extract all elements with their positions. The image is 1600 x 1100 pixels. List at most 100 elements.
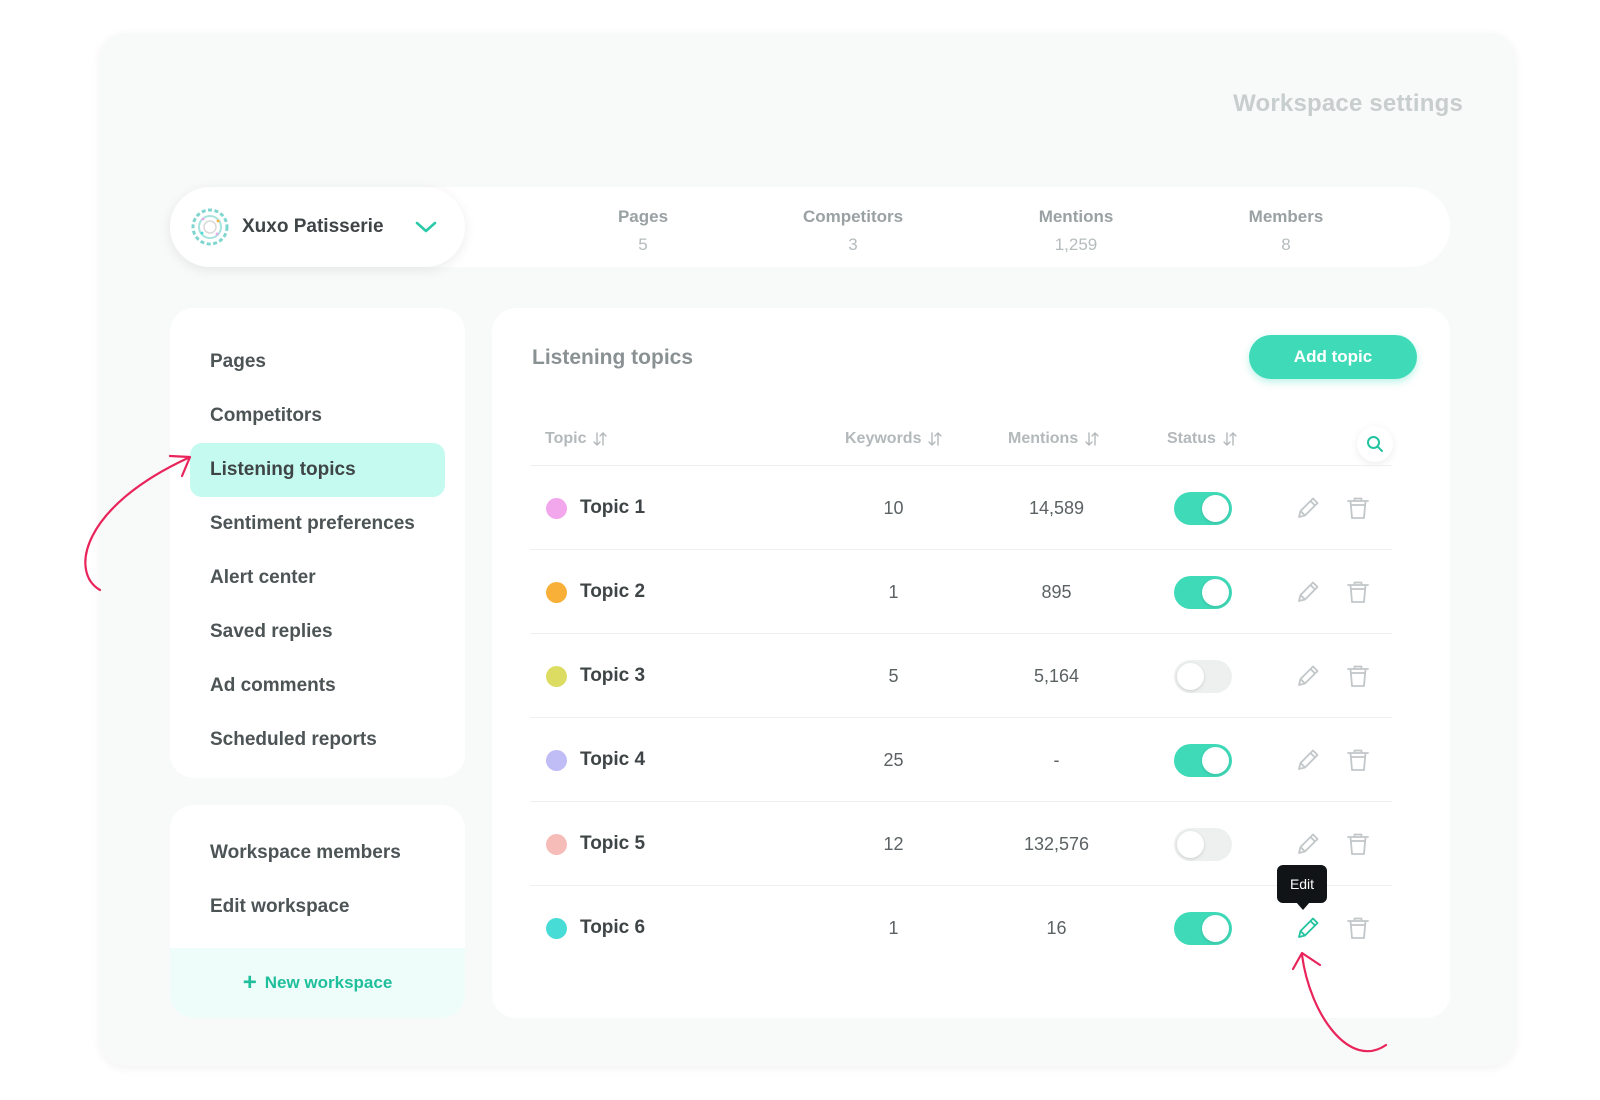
workspace-name: Xuxo Patisserie: [242, 216, 384, 237]
keywords-count: 1: [888, 918, 899, 938]
sort-icon: [1085, 432, 1099, 446]
mentions-count: -: [1053, 750, 1060, 770]
topic-name: Topic 3: [580, 665, 646, 686]
topic-name: Topic 4: [580, 749, 646, 770]
topic-name: Topic 6: [580, 917, 646, 938]
pencil-icon[interactable]: [1294, 494, 1322, 522]
panel-title: Listening topics: [532, 346, 694, 369]
pencil-icon[interactable]: [1294, 746, 1322, 774]
mentions-count: 14,589: [1028, 498, 1085, 518]
plus-icon: +: [242, 969, 257, 996]
add-topic-button[interactable]: Add topic: [1249, 335, 1417, 379]
pencil-icon[interactable]: [1294, 662, 1322, 690]
trash-icon[interactable]: [1344, 830, 1372, 858]
stat-value: 5: [638, 235, 648, 254]
sidebar-nav: Pages Competitors Listening topics Senti…: [170, 308, 465, 778]
stat-value: 8: [1281, 235, 1291, 254]
mentions-count: 895: [1041, 582, 1072, 602]
trash-icon[interactable]: [1344, 914, 1372, 942]
status-toggle[interactable]: [1174, 576, 1232, 609]
mentions-count: 16: [1046, 918, 1067, 938]
table-row: Topic 1 10 14,589: [530, 465, 1392, 551]
status-toggle[interactable]: [1174, 912, 1232, 945]
sidebar-secondary: Workspace members Edit workspace + New w…: [170, 805, 465, 1018]
stat-value: 1,259: [1054, 235, 1098, 254]
topic-name: Topic 5: [580, 833, 646, 854]
stat-competitors: Competitors 3: [753, 207, 953, 255]
topic-color-dot: [546, 750, 567, 771]
table-row: Topic 5 12 132,576: [530, 801, 1392, 887]
new-workspace-button[interactable]: + New workspace: [170, 948, 465, 1018]
table-row: Topic 6 1 16: [530, 885, 1392, 971]
sidebar-item-pages[interactable]: Pages: [190, 335, 445, 389]
topic-color-dot: [546, 918, 567, 939]
pencil-icon[interactable]: [1294, 830, 1322, 858]
pencil-icon[interactable]: [1294, 914, 1322, 942]
sort-icon: [928, 432, 943, 446]
toggle-knob: [1202, 579, 1229, 606]
pencil-icon[interactable]: [1294, 578, 1322, 606]
topic-color-dot: [546, 582, 567, 603]
sort-icon: [593, 432, 608, 446]
search-icon: [1367, 436, 1383, 452]
toggle-knob: [1177, 831, 1204, 858]
topic-name: Topic 1: [580, 497, 646, 518]
status-toggle[interactable]: [1174, 660, 1232, 693]
sidebar-item-alert-center[interactable]: Alert center: [190, 551, 445, 605]
toggle-knob: [1177, 663, 1204, 690]
toggle-knob: [1202, 915, 1229, 942]
sidebar-item-scheduled-reports[interactable]: Scheduled reports: [190, 713, 445, 767]
workspace-selector[interactable]: Xuxo Patisserie: [170, 187, 465, 267]
stat-value: 3: [848, 235, 858, 254]
sort-icon: [1223, 432, 1237, 446]
new-workspace-label: New workspace: [264, 973, 393, 992]
column-header-label: Mentions: [1008, 430, 1079, 447]
sidebar-item-edit-workspace[interactable]: Edit workspace: [190, 880, 445, 934]
sidebar-item-saved-replies[interactable]: Saved replies: [190, 605, 445, 659]
keywords-count: 12: [883, 834, 904, 854]
stat-members: Members 8: [1186, 207, 1386, 255]
status-toggle[interactable]: [1174, 828, 1232, 861]
trash-icon[interactable]: [1344, 662, 1372, 690]
mentions-count: 5,164: [1033, 666, 1080, 686]
stat-label: Mentions: [1038, 207, 1114, 226]
stat-label: Pages: [617, 207, 669, 226]
column-header-status[interactable]: Status: [1167, 430, 1237, 448]
sidebar-item-sentiment-preferences[interactable]: Sentiment preferences: [190, 497, 445, 551]
chevron-down-icon[interactable]: [415, 220, 437, 234]
table-row: Topic 4 25 -: [530, 717, 1392, 803]
column-header-label: Topic: [545, 430, 587, 447]
stat-label: Members: [1248, 207, 1324, 226]
sidebar-item-workspace-members[interactable]: Workspace members: [190, 826, 445, 880]
sidebar-item-competitors[interactable]: Competitors: [190, 389, 445, 443]
column-header-keywords[interactable]: Keywords: [845, 430, 943, 448]
table-row: Topic 2 1 895: [530, 549, 1392, 635]
column-header-label: Keywords: [845, 430, 922, 447]
keywords-count: 25: [883, 750, 904, 770]
sidebar-item-listening-topics[interactable]: Listening topics: [190, 443, 445, 497]
stat-label: Competitors: [802, 207, 904, 226]
keywords-count: 5: [888, 666, 899, 686]
topic-color-dot: [546, 666, 567, 687]
trash-icon[interactable]: [1344, 494, 1372, 522]
edit-tooltip: Edit: [1277, 865, 1327, 910]
search-button[interactable]: [1357, 426, 1393, 462]
topic-color-dot: [546, 498, 567, 519]
status-toggle[interactable]: [1174, 744, 1232, 777]
page-title: Workspace settings: [1233, 90, 1463, 117]
trash-icon[interactable]: [1344, 746, 1372, 774]
column-header-topic[interactable]: Topic: [545, 430, 608, 448]
column-header-label: Status: [1167, 430, 1216, 447]
toggle-knob: [1202, 495, 1229, 522]
sidebar-item-ad-comments[interactable]: Ad comments: [190, 659, 445, 713]
column-header-mentions[interactable]: Mentions: [1008, 430, 1099, 448]
keywords-count: 1: [888, 582, 899, 602]
mentions-count: 132,576: [1023, 834, 1090, 854]
toggle-knob: [1202, 747, 1229, 774]
topic-name: Topic 2: [580, 581, 646, 602]
keywords-count: 10: [883, 498, 904, 518]
status-toggle[interactable]: [1174, 492, 1232, 525]
trash-icon[interactable]: [1344, 578, 1372, 606]
listening-topics-panel: Listening topics Add topic Topic Keyword…: [492, 308, 1450, 1018]
stat-mentions: Mentions 1,259: [976, 207, 1176, 255]
